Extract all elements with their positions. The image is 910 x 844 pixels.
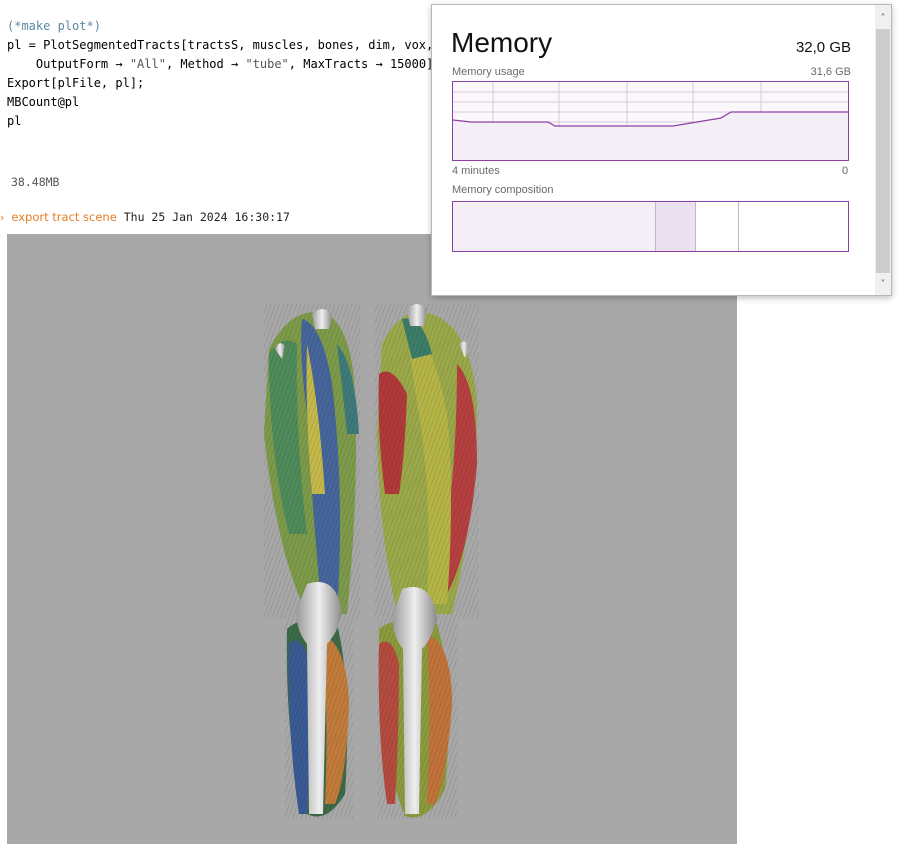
memory-usage-graph: [452, 81, 849, 161]
code-line-pl[interactable]: pl: [7, 114, 21, 128]
usage-graph-svg: [452, 82, 848, 160]
print-marker-icon: ›: [0, 211, 5, 224]
tract-scene-graphic[interactable]: [7, 234, 737, 844]
right-shank: [377, 587, 457, 819]
code-comment[interactable]: (*make plot*): [7, 19, 101, 33]
code-line-export[interactable]: Export[plFile, pl];: [7, 76, 144, 90]
composition-free: [739, 202, 848, 251]
memory-composition-bar: [452, 201, 849, 252]
code-text: , MaxTracts → 15000];: [288, 57, 441, 71]
print-output: › export tract scene Thu 25 Jan 2024 16:…: [0, 210, 290, 224]
print-label: export tract scene: [11, 210, 117, 224]
code-line-options[interactable]: OutputForm → "All", Method → "tube", Max…: [7, 57, 441, 71]
legs-render: [264, 304, 479, 819]
code-string-tube: "tube": [245, 57, 289, 71]
memory-popup: Memory 32,0 GB Memory usage 31,6 GB 4 mi…: [431, 4, 892, 296]
time-axis-right: 0: [842, 165, 849, 177]
composition-modified: [656, 202, 696, 251]
memory-total: 32,0 GB: [795, 39, 851, 56]
composition-in-use: [453, 202, 656, 251]
memory-usage-label: Memory usage: [452, 66, 525, 78]
composition-standby: [696, 202, 739, 251]
memory-usage-value: 31,6 GB: [810, 66, 851, 78]
output-mbcount: 38.48MB: [11, 175, 60, 189]
time-axis-left: 4 minutes: [452, 165, 500, 177]
chevron-up-icon[interactable]: ˄: [875, 11, 891, 27]
code-line-mbcount[interactable]: MBCount@pl: [7, 95, 79, 109]
chevron-down-icon[interactable]: ˅: [875, 277, 891, 293]
code-text: , Method →: [165, 57, 246, 71]
code-string-all: "All": [129, 57, 166, 71]
memory-title: Memory: [451, 27, 553, 58]
scroll-thumb[interactable]: [876, 29, 890, 273]
memory-composition-label: Memory composition: [452, 184, 554, 196]
print-timestamp: Thu 25 Jan 2024 16:30:17: [123, 210, 290, 224]
code-text: OutputForm →: [7, 57, 130, 71]
code-line-plot[interactable]: pl = PlotSegmentedTracts[tractsS, muscle…: [7, 38, 433, 52]
scrollbar[interactable]: ˄ ˅: [875, 5, 891, 295]
